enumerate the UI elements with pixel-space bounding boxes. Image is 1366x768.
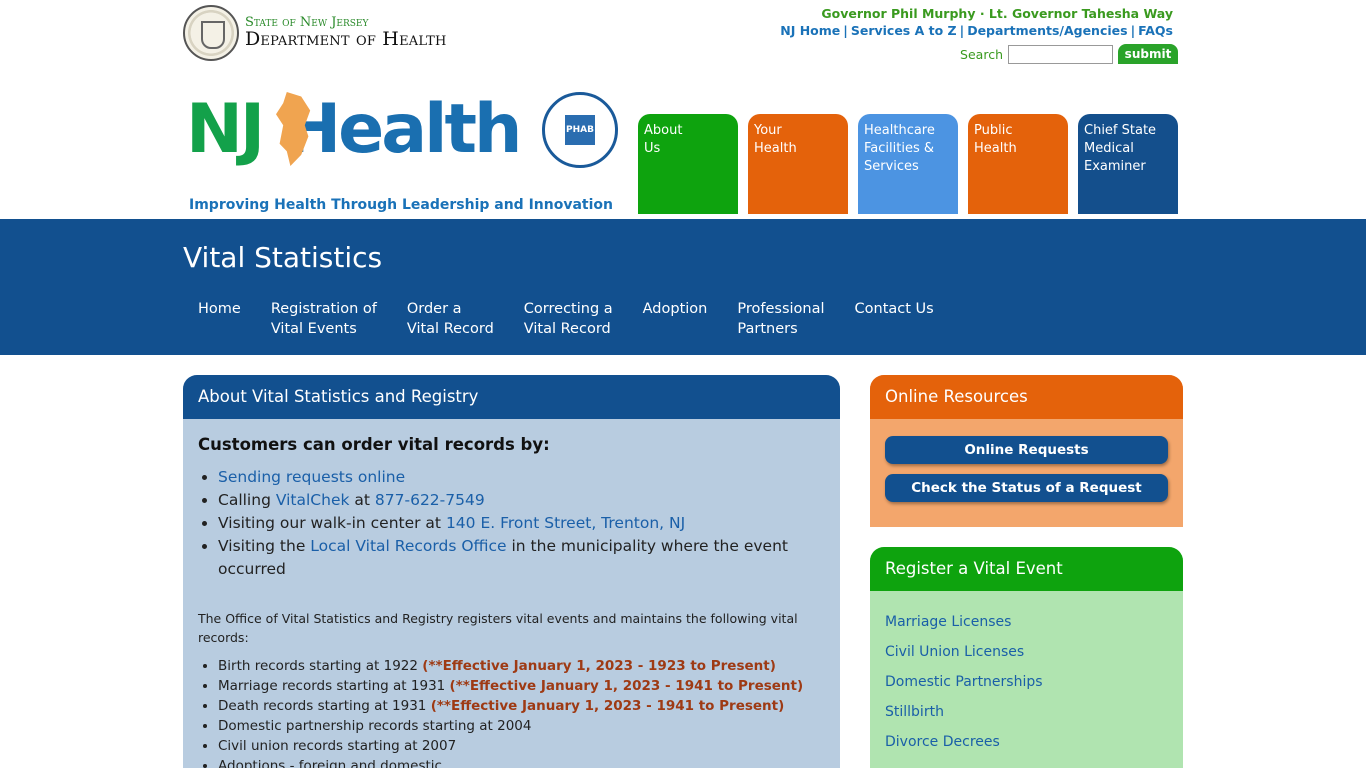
divorce-decrees-link[interactable]: Divorce Decrees — [885, 734, 1000, 750]
effective-note: (**Effective January 1, 2023 - 1941 to P… — [449, 678, 804, 694]
register-title: Register a Vital Event — [870, 547, 1183, 591]
records-list: Birth records starting at 1922 (**Effect… — [198, 656, 825, 768]
list-item: Stillbirth — [885, 697, 1168, 727]
section-subnav: Home Registration of Vital Events Order a… — [183, 299, 949, 339]
tagline: Improving Health Through Leadership and … — [189, 197, 613, 213]
online-resources-title: Online Resources — [870, 375, 1183, 419]
nj-state-seal-icon — [183, 5, 239, 61]
stillbirth-link[interactable]: Stillbirth — [885, 704, 944, 720]
logo-nj-text: NJ — [186, 90, 265, 169]
domestic-partnerships-link[interactable]: Domestic Partnerships — [885, 674, 1043, 690]
list-item: Calling VitalChek at 877-622-7549 — [218, 489, 825, 512]
tile-healthcare-facilities[interactable]: Healthcare Facilities & Services — [858, 114, 958, 214]
list-item: Civil Union Licenses — [885, 637, 1168, 667]
page-title: Vital Statistics — [183, 241, 383, 274]
search-input[interactable] — [1008, 44, 1113, 64]
department-name: Department of Health — [245, 27, 447, 50]
online-requests-button[interactable]: Online Requests — [885, 436, 1168, 464]
search-submit-button[interactable]: submit — [1118, 44, 1178, 64]
vitalchek-link[interactable]: VitalChek — [276, 491, 350, 509]
subnav-professional-partners[interactable]: Professional Partners — [722, 299, 839, 339]
faqs-link[interactable]: FAQs — [1138, 23, 1173, 38]
subnav-order-record[interactable]: Order a Vital Record — [392, 299, 509, 339]
civil-union-licenses-link[interactable]: Civil Union Licenses — [885, 644, 1024, 660]
check-status-button[interactable]: Check the Status of a Request — [885, 474, 1168, 502]
subnav-correcting-record[interactable]: Correcting a Vital Record — [509, 299, 628, 339]
local-office-link[interactable]: Local Vital Records Office — [310, 537, 506, 555]
list-item: Civil union records starting at 2007 — [218, 736, 825, 756]
state-logo[interactable]: State of New Jersey Department of Health — [183, 5, 447, 61]
list-item: Sending requests online — [218, 466, 825, 489]
section-banner: Vital Statistics Home Registration of Vit… — [0, 219, 1366, 355]
list-item: Domestic partnership records starting at… — [218, 716, 825, 736]
list-item: Visiting the Local Vital Records Office … — [218, 535, 825, 581]
effective-note: (**Effective January 1, 2023 - 1941 to P… — [430, 698, 785, 714]
register-vital-event-panel: Register a Vital Event Marriage Licenses… — [870, 547, 1183, 768]
subnav-contact-us[interactable]: Contact Us — [840, 299, 949, 339]
online-requests-link[interactable]: Sending requests online — [218, 468, 405, 486]
phab-badge-text: PHAB — [565, 115, 595, 145]
subnav-adoption[interactable]: Adoption — [628, 299, 723, 339]
order-methods-list: Sending requests online Calling VitalChe… — [198, 466, 825, 581]
phab-accreditation-badge: PHAB — [542, 92, 618, 168]
about-panel: About Vital Statistics and Registry Cust… — [183, 375, 840, 768]
search-label: Search — [960, 46, 1003, 62]
subnav-registration[interactable]: Registration of Vital Events — [256, 299, 392, 339]
utility-links: NJ Home | Services A to Z | Departments/Agen… — [780, 23, 1173, 38]
online-resources-panel: Online Resources Online Requests Check t… — [870, 375, 1183, 527]
list-item: Adoptions - foreign and domestic — [218, 756, 825, 768]
register-links: Marriage Licenses Civil Union Licenses D… — [870, 591, 1183, 757]
governor-line: Governor Phil Murphy · Lt. Governor Tahe… — [821, 6, 1173, 21]
search-box: Search submit — [960, 44, 1178, 64]
phone-link[interactable]: 877-622-7549 — [375, 491, 485, 509]
intro-paragraph: The Office of Vital Statistics and Regis… — [198, 611, 798, 645]
tile-about-us[interactable]: About Us — [638, 114, 738, 214]
effective-note: (**Effective January 1, 2023 - 1923 to P… — [422, 658, 776, 674]
list-item: Marriage Licenses — [885, 607, 1168, 637]
list-item: Death records starting at 1931 (**Effect… — [218, 696, 825, 716]
list-item: Divorce Decrees — [885, 727, 1168, 757]
list-item: Birth records starting at 1922 (**Effect… — [218, 656, 825, 676]
tile-chief-state-medical-examiner[interactable]: Chief State Medical Examiner — [1078, 114, 1178, 214]
marriage-licenses-link[interactable]: Marriage Licenses — [885, 614, 1011, 630]
list-item: Marriage records starting at 1931 (**Eff… — [218, 676, 825, 696]
tile-public-health[interactable]: Public Health — [968, 114, 1068, 214]
list-item: Visiting our walk-in center at 140 E. Fr… — [218, 512, 825, 535]
list-item: Domestic Partnerships — [885, 667, 1168, 697]
customers-heading: Customers can order vital records by: — [198, 435, 550, 454]
main-nav-tiles: About Us Your Health Healthcare Facilities … — [638, 114, 1178, 214]
walk-in-address-link[interactable]: 140 E. Front Street, Trenton, NJ — [446, 514, 685, 532]
tile-your-health[interactable]: Your Health — [748, 114, 848, 214]
nj-home-link[interactable]: NJ Home — [780, 23, 840, 38]
logo-health-text: Health — [284, 90, 522, 169]
about-panel-title: About Vital Statistics and Registry — [183, 375, 840, 419]
nj-health-logo[interactable]: NJ Health — [186, 90, 522, 170]
subnav-home[interactable]: Home — [183, 299, 256, 339]
services-a-to-z-link[interactable]: Services A to Z — [851, 23, 957, 38]
departments-agencies-link[interactable]: Departments/Agencies — [967, 23, 1127, 38]
